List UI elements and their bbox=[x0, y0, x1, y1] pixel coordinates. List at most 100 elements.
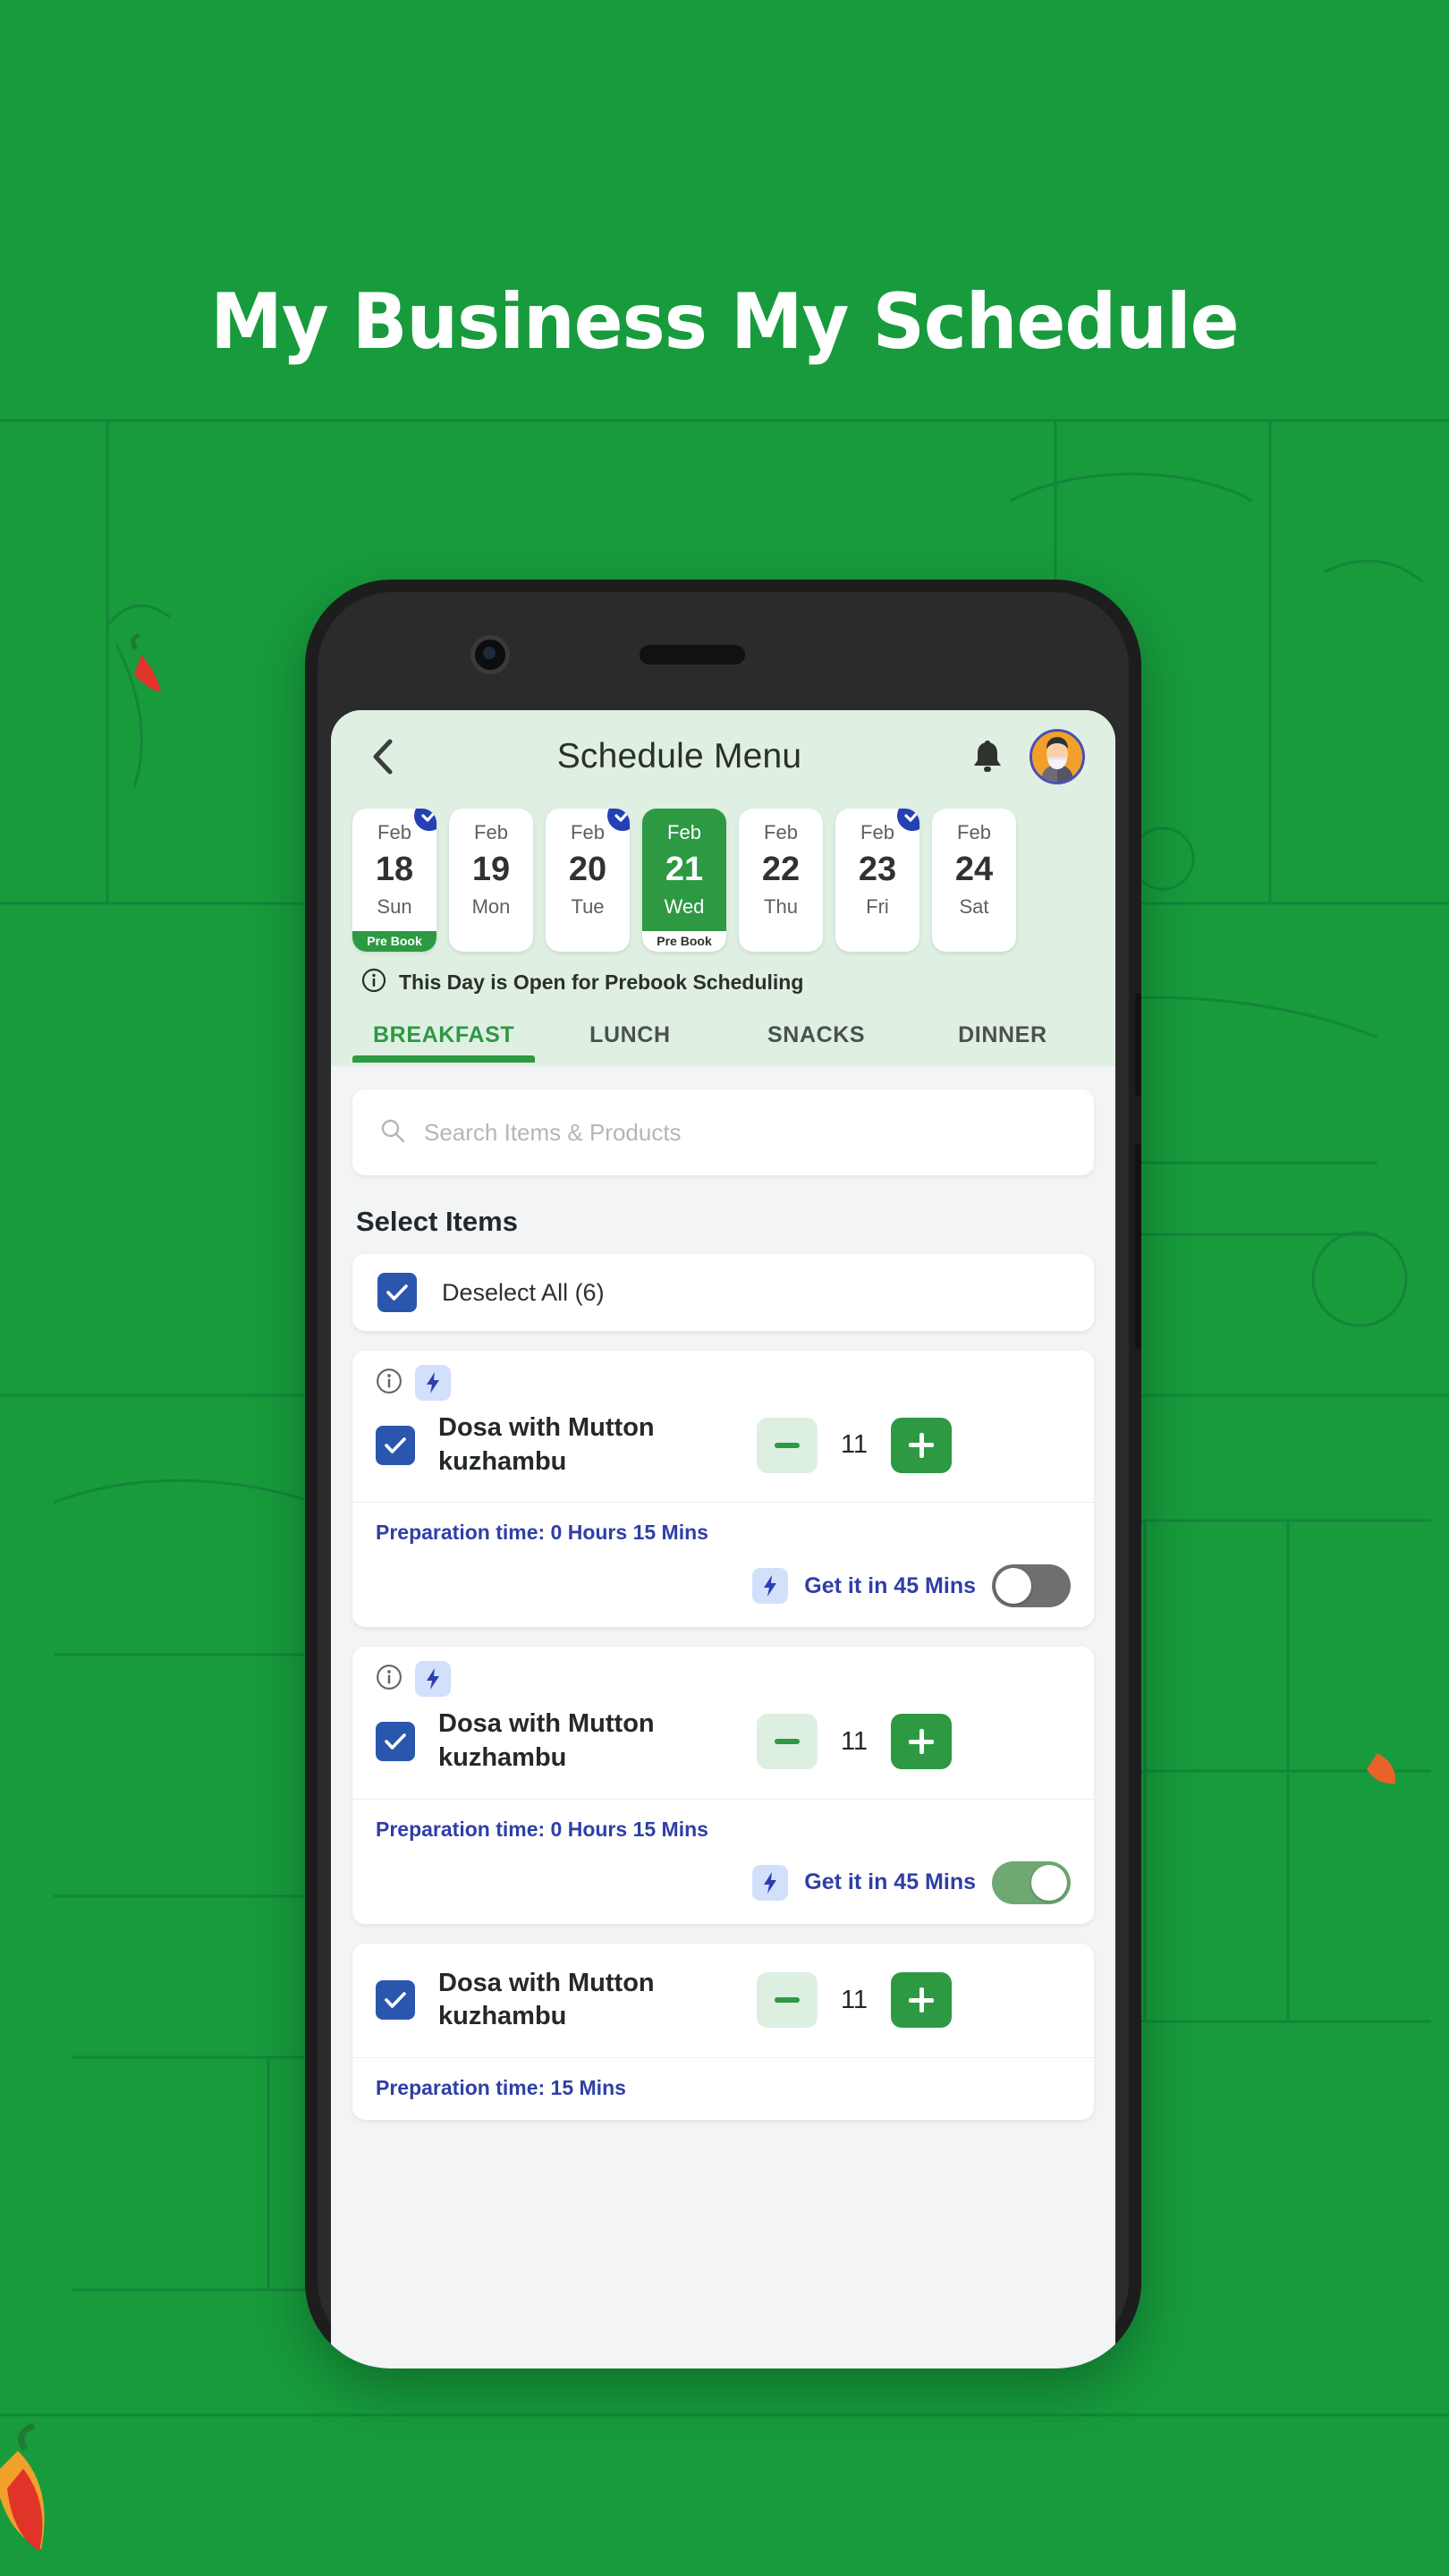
item-footer: Preparation time: 0 Hours 15 Mins Get it… bbox=[352, 1798, 1094, 1924]
items-scroll-area[interactable]: Search Items & Products Select Items Des… bbox=[331, 1066, 1115, 2309]
prep-time-label: Preparation time: 0 Hours 15 Mins bbox=[376, 1521, 708, 1545]
date-weekday: Fri bbox=[866, 895, 889, 918]
bell-icon[interactable] bbox=[965, 734, 1010, 779]
info-circle-icon bbox=[361, 968, 386, 997]
decrement-button[interactable] bbox=[757, 1972, 818, 2029]
express-label: Get it in 45 Mins bbox=[804, 1572, 976, 1598]
date-card-21-selected[interactable]: Feb 21 Wed Pre Book bbox=[642, 809, 726, 952]
item-checkbox[interactable] bbox=[376, 1722, 415, 1762]
info-circle-icon[interactable] bbox=[376, 1368, 402, 1399]
avatar[interactable] bbox=[1030, 729, 1085, 784]
express-row[interactable]: Get it in 45 Mins bbox=[376, 1564, 1071, 1608]
express-row[interactable]: Get it in 45 Mins bbox=[376, 1860, 1071, 1904]
date-card-20[interactable]: Feb 20 Tue bbox=[546, 809, 630, 952]
date-day: 18 bbox=[375, 851, 414, 888]
app-bar: Schedule Menu bbox=[331, 710, 1115, 803]
toggle-knob bbox=[1031, 1864, 1067, 1901]
date-strip[interactable]: Feb 18 Sun Pre Book Feb 19 Mon Feb 20 Tu… bbox=[331, 803, 1115, 961]
date-day: 22 bbox=[761, 851, 801, 888]
date-day: 19 bbox=[471, 851, 511, 888]
lightning-bolt-icon bbox=[752, 1864, 789, 1901]
item-card[interactable]: Dosa with Mutton kuzhambu 11 Preparation… bbox=[352, 1351, 1094, 1628]
date-weekday: Wed bbox=[664, 895, 705, 918]
volume-button[interactable] bbox=[1135, 993, 1141, 1097]
toggle-knob bbox=[996, 1568, 1031, 1605]
item-main-row: Dosa with Mutton kuzhambu 11 bbox=[352, 1944, 1094, 2057]
date-month: Feb bbox=[474, 821, 508, 843]
section-title: Select Items bbox=[356, 1206, 518, 1237]
tab-snacks[interactable]: SNACKS bbox=[724, 1010, 910, 1063]
item-flags bbox=[352, 1351, 1094, 1401]
item-card[interactable]: Dosa with Mutton kuzhambu 11 Preparation… bbox=[352, 1647, 1094, 1924]
search-icon bbox=[379, 1117, 406, 1148]
date-card-19[interactable]: Feb 19 Mon bbox=[449, 809, 533, 952]
date-month: Feb bbox=[764, 821, 798, 843]
express-toggle[interactable] bbox=[992, 1860, 1071, 1904]
info-circle-icon[interactable] bbox=[376, 1664, 402, 1695]
tab-lunch[interactable]: LUNCH bbox=[537, 1010, 723, 1063]
quantity-value: 11 bbox=[840, 1430, 869, 1460]
express-toggle[interactable] bbox=[992, 1564, 1071, 1608]
info-note-text: This Day is Open for Prebook Scheduling bbox=[399, 970, 804, 994]
item-flags bbox=[352, 1647, 1094, 1698]
decrement-button[interactable] bbox=[757, 1417, 818, 1473]
express-label: Get it in 45 Mins bbox=[804, 1869, 976, 1895]
date-weekday: Sun bbox=[377, 895, 412, 918]
prep-time-label: Preparation time: 0 Hours 15 Mins bbox=[376, 1817, 708, 1841]
app-top-section: Schedule Menu Feb 18 Sun Pre Book Feb 19… bbox=[331, 710, 1115, 1066]
date-weekday: Tue bbox=[571, 895, 605, 918]
date-card-24[interactable]: Feb 24 Sat bbox=[932, 809, 1016, 952]
lightning-bolt-icon[interactable] bbox=[415, 1365, 451, 1401]
search-placeholder: Search Items & Products bbox=[424, 1118, 682, 1146]
tab-dinner[interactable]: DINNER bbox=[910, 1010, 1096, 1063]
date-weekday: Thu bbox=[764, 895, 798, 918]
date-card-23[interactable]: Feb 23 Fri bbox=[835, 809, 919, 952]
item-main-row: Dosa with Mutton kuzhambu 11 bbox=[352, 1697, 1094, 1798]
meal-tabs[interactable]: BREAKFAST LUNCH SNACKS DINNER bbox=[331, 1010, 1115, 1063]
increment-button[interactable] bbox=[891, 1714, 952, 1770]
quantity-value: 11 bbox=[840, 1726, 869, 1756]
item-footer: Preparation time: 15 Mins bbox=[352, 2057, 1094, 2120]
poster-headline: My Business My Schedule bbox=[210, 277, 1239, 367]
app-screen: Schedule Menu Feb 18 Sun Pre Book Feb 19… bbox=[331, 710, 1115, 2368]
quantity-stepper[interactable]: 11 bbox=[757, 1972, 952, 2029]
prep-time-label: Preparation time: 15 Mins bbox=[376, 2076, 626, 2100]
deselect-all-row[interactable]: Deselect All (6) bbox=[352, 1254, 1094, 1331]
deselect-all-checkbox[interactable] bbox=[377, 1273, 417, 1312]
decrement-button[interactable] bbox=[757, 1714, 818, 1770]
earpiece-speaker bbox=[640, 645, 745, 665]
chevron-left-icon[interactable] bbox=[361, 736, 402, 777]
prebook-ribbon: Pre Book bbox=[352, 931, 436, 952]
deselect-all-card[interactable]: Deselect All (6) bbox=[352, 1254, 1094, 1331]
quantity-stepper[interactable]: 11 bbox=[757, 1714, 952, 1770]
lightning-bolt-icon[interactable] bbox=[415, 1661, 451, 1698]
date-day: 24 bbox=[954, 851, 994, 888]
date-card-18[interactable]: Feb 18 Sun Pre Book bbox=[352, 809, 436, 952]
prebook-info-note: This Day is Open for Prebook Scheduling bbox=[331, 961, 1115, 1010]
front-camera-icon bbox=[470, 635, 510, 674]
item-name: Dosa with Mutton kuzhambu bbox=[438, 1413, 655, 1476]
date-day: 20 bbox=[568, 851, 607, 888]
increment-button[interactable] bbox=[891, 1972, 952, 2029]
item-checkbox[interactable] bbox=[376, 1425, 415, 1465]
tab-breakfast[interactable]: BREAKFAST bbox=[351, 1010, 537, 1063]
power-button[interactable] bbox=[1135, 1143, 1141, 1349]
lightning-bolt-icon bbox=[752, 1568, 789, 1605]
quantity-stepper[interactable]: 11 bbox=[757, 1417, 952, 1473]
date-day: 21 bbox=[665, 851, 704, 888]
increment-button[interactable] bbox=[891, 1417, 952, 1473]
item-name: Dosa with Mutton kuzhambu bbox=[438, 1968, 655, 2031]
date-card-22[interactable]: Feb 22 Thu bbox=[739, 809, 823, 952]
prebook-ribbon: Pre Book bbox=[642, 931, 726, 952]
date-month: Feb bbox=[957, 821, 991, 843]
item-main-row: Dosa with Mutton kuzhambu 11 bbox=[352, 1401, 1094, 1502]
item-checkbox[interactable] bbox=[376, 1980, 415, 2021]
deselect-all-label: Deselect All (6) bbox=[442, 1278, 605, 1306]
item-footer: Preparation time: 0 Hours 15 Mins Get it… bbox=[352, 1502, 1094, 1627]
quantity-value: 11 bbox=[840, 1985, 869, 2014]
item-card[interactable]: Dosa with Mutton kuzhambu 11 Preparation… bbox=[352, 1943, 1094, 2121]
search-input[interactable]: Search Items & Products bbox=[352, 1089, 1094, 1175]
search-section: Search Items & Products bbox=[331, 1066, 1115, 1175]
item-name: Dosa with Mutton kuzhambu bbox=[438, 1709, 655, 1773]
date-weekday: Mon bbox=[471, 895, 511, 918]
